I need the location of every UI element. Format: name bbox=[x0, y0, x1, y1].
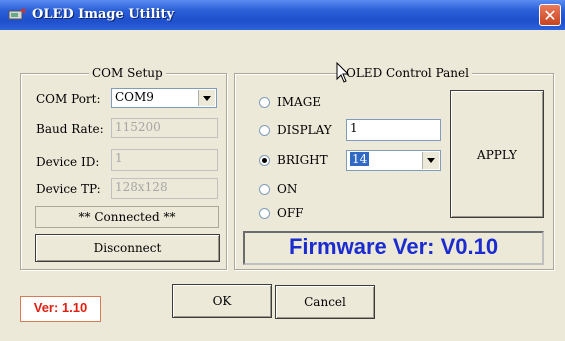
dialog-window: OLED Image Utility ✕ COM Setup COM Port:… bbox=[0, 0, 565, 341]
cancel-button[interactable]: Cancel bbox=[275, 285, 375, 319]
com-port-label: COM Port: bbox=[36, 92, 101, 106]
radio-on-label[interactable]: ON bbox=[277, 182, 297, 196]
display-input-value: 1 bbox=[350, 121, 358, 135]
oled-control-legend: OLED Control Panel bbox=[343, 66, 472, 80]
radio-image[interactable] bbox=[259, 97, 270, 108]
bright-select-value: 14 bbox=[350, 152, 370, 166]
com-port-value: COM9 bbox=[115, 90, 154, 104]
bright-select[interactable]: 14 bbox=[346, 150, 441, 171]
radio-off[interactable] bbox=[259, 208, 270, 219]
apply-button[interactable]: APPLY bbox=[450, 90, 544, 218]
radio-display[interactable] bbox=[259, 125, 270, 136]
device-tp-field: 128x128 bbox=[111, 178, 218, 199]
baud-rate-field: 115200 bbox=[111, 118, 218, 138]
chevron-down-icon[interactable] bbox=[198, 90, 215, 106]
device-id-value: 1 bbox=[115, 151, 123, 165]
radio-off-label[interactable]: OFF bbox=[277, 206, 304, 220]
radio-bright[interactable] bbox=[259, 155, 270, 166]
connection-status: ** Connected ** bbox=[35, 206, 219, 228]
close-icon: ✕ bbox=[543, 6, 557, 25]
com-port-select[interactable]: COM9 bbox=[111, 88, 217, 108]
chevron-down-icon[interactable] bbox=[422, 152, 439, 169]
device-tp-label: Device TP: bbox=[36, 182, 101, 196]
cancel-button-label: Cancel bbox=[304, 295, 346, 309]
radio-image-label[interactable]: IMAGE bbox=[277, 95, 321, 109]
mouse-cursor-icon bbox=[336, 62, 350, 83]
device-id-label: Device ID: bbox=[36, 155, 100, 169]
radio-display-label[interactable]: DISPLAY bbox=[277, 123, 332, 137]
app-version-badge: Ver: 1.10 bbox=[20, 296, 101, 322]
connection-status-text: ** Connected ** bbox=[78, 210, 176, 224]
firmware-version-display: Firmware Ver: V0.10 bbox=[243, 231, 544, 265]
close-button[interactable]: ✕ bbox=[539, 4, 561, 26]
baud-rate-value: 115200 bbox=[115, 120, 161, 134]
radio-on[interactable] bbox=[259, 184, 270, 195]
disconnect-button[interactable]: Disconnect bbox=[35, 234, 220, 262]
window-title: OLED Image Utility bbox=[32, 7, 175, 22]
com-setup-legend: COM Setup bbox=[89, 66, 166, 80]
app-icon bbox=[8, 8, 25, 20]
title-bar[interactable]: OLED Image Utility ✕ bbox=[0, 0, 565, 30]
radio-bright-label[interactable]: BRIGHT bbox=[277, 153, 328, 167]
baud-rate-label: Baud Rate: bbox=[36, 122, 104, 136]
ok-button[interactable]: OK bbox=[172, 284, 272, 318]
disconnect-button-label: Disconnect bbox=[93, 241, 162, 255]
firmware-version-text: Firmware Ver: V0.10 bbox=[288, 234, 499, 259]
apply-button-label: APPLY bbox=[477, 148, 517, 162]
ok-button-label: OK bbox=[212, 294, 232, 308]
app-version-text: Ver: 1.10 bbox=[33, 300, 88, 315]
device-tp-value: 128x128 bbox=[115, 180, 168, 194]
device-id-field: 1 bbox=[111, 149, 218, 171]
display-input[interactable]: 1 bbox=[346, 119, 441, 141]
